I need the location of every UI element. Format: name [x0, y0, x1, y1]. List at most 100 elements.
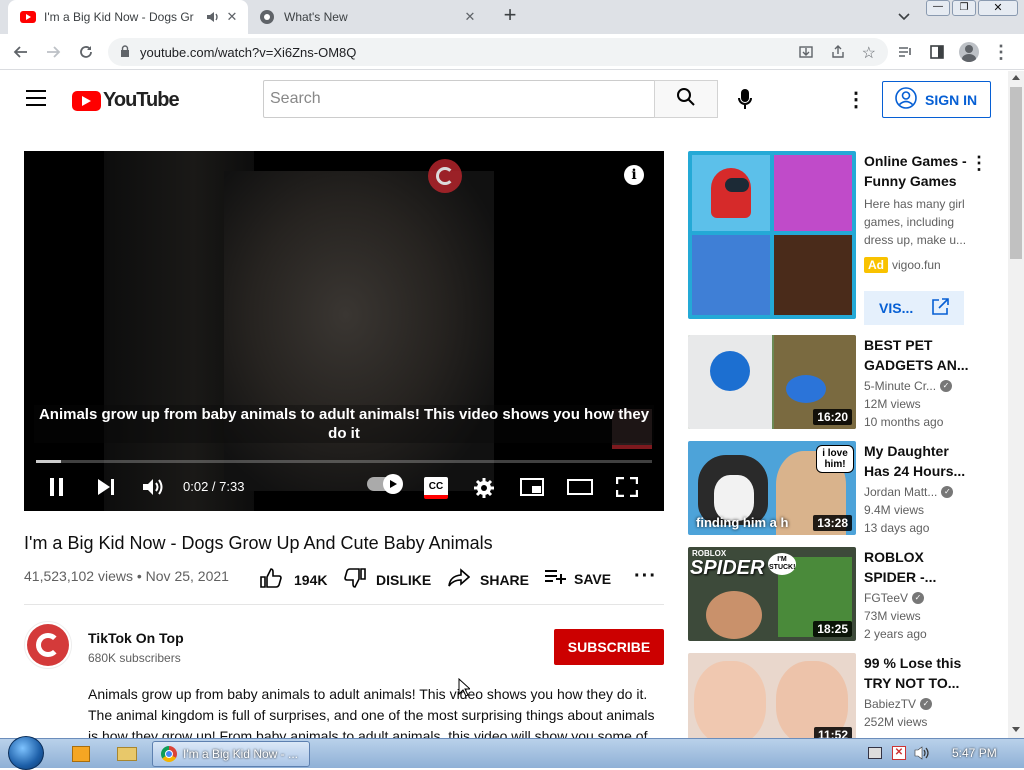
new-tab-button[interactable]: + [498, 4, 522, 28]
visit-site-button[interactable]: VIS... [864, 291, 964, 325]
network-icon[interactable] [868, 747, 882, 759]
microphone-icon[interactable] [737, 88, 753, 115]
fullscreen-icon[interactable] [616, 477, 638, 497]
channel-name[interactable]: TikTok On Top [88, 630, 184, 646]
browser-menu-icon[interactable]: ⋮ [990, 41, 1012, 63]
ad-thumbnail[interactable] [688, 151, 856, 319]
video-channel[interactable]: 5-Minute Cr... [864, 379, 936, 393]
video-title: I'm a Big Kid Now - Dogs Grow Up And Cut… [24, 533, 493, 553]
video-title[interactable]: My Daughter Has 24 Hours... [864, 441, 974, 481]
dislike-button[interactable]: DISLIKE [344, 568, 431, 591]
search-button[interactable] [654, 80, 718, 118]
theater-mode-icon[interactable] [567, 479, 593, 495]
divider [24, 604, 664, 605]
volume-tray-icon[interactable] [914, 746, 930, 765]
save-button[interactable]: SAVE [544, 568, 611, 589]
channel-line: FGTeeV ✓ [864, 591, 925, 605]
video-duration: 13:28 [813, 515, 852, 531]
video-player[interactable]: i Animals grow up from baby animals to a… [24, 151, 664, 511]
channel-avatar[interactable] [24, 621, 72, 669]
youtube-page: YouTube Search ⋮ SIGN IN i Animals grow … [0, 71, 1008, 738]
address-bar[interactable]: youtube.com/watch?v=Xi6Zns-OM8Q ☆ [108, 38, 888, 66]
video-title[interactable]: 99 % Lose this TRY NOT TO... [864, 653, 974, 693]
info-icon[interactable]: i [624, 165, 644, 185]
sign-in-button[interactable]: SIGN IN [882, 81, 991, 118]
ad-domain: vigoo.fun [892, 258, 941, 272]
video-views: 9.4M views [864, 503, 925, 517]
video-thumbnail[interactable]: 11:52 [688, 653, 856, 738]
closed-captions-icon[interactable]: CC [424, 477, 448, 499]
ad-title[interactable]: Online Games - Funny Games [864, 151, 974, 191]
tab-whats-new[interactable]: What's New ✕ [252, 0, 488, 34]
mouse-cursor-icon [458, 677, 472, 701]
video-views: 252M views [864, 715, 928, 729]
video-thumbnail[interactable]: i love him! finding him a h 13:28 [688, 441, 856, 535]
forward-arrow-icon[interactable] [42, 41, 64, 63]
share-button[interactable]: SHARE [448, 568, 529, 591]
settings-dots-icon[interactable]: ⋮ [846, 87, 866, 112]
speaker-icon[interactable] [206, 10, 220, 27]
side-panel-icon[interactable] [926, 41, 948, 63]
tab-active[interactable]: I'm a Big Kid Now - Dogs Gr ✕ [8, 0, 248, 34]
autoplay-toggle[interactable] [367, 474, 403, 494]
minimize-icon[interactable]: — [926, 0, 950, 16]
install-icon[interactable] [798, 44, 814, 63]
hamburger-menu-icon[interactable] [26, 90, 46, 111]
video-card[interactable]: ROBLOX SPIDER I'M STUCK! 18:25 ROBLOX SP… [688, 547, 998, 647]
video-card[interactable]: i love him! finding him a h 13:28 My Dau… [688, 441, 998, 541]
video-card[interactable]: 16:20 BEST PET GADGETS AN... 5-Minute Cr… [688, 335, 998, 435]
back-arrow-icon[interactable] [10, 41, 32, 63]
video-title[interactable]: ROBLOX SPIDER -... [864, 547, 974, 587]
scroll-up-arrow-icon[interactable] [1012, 75, 1020, 80]
profile-avatar-icon[interactable] [958, 41, 980, 63]
action-center-flag-icon[interactable]: ✕ [892, 746, 906, 760]
clock[interactable]: 5:47 PM [952, 746, 997, 760]
volume-icon[interactable] [142, 477, 164, 497]
media-control-icon[interactable] [894, 41, 916, 63]
tab-list-chevron-icon[interactable] [896, 8, 912, 29]
chrome-taskbar-button[interactable]: I'm a Big Kid Now - ... [152, 741, 310, 767]
restore-icon[interactable]: ❐ [952, 0, 976, 16]
more-actions-icon[interactable]: ··· [634, 565, 657, 588]
settings-gear-icon[interactable] [473, 477, 495, 499]
channel-watermark-icon[interactable] [428, 159, 462, 193]
video-title[interactable]: BEST PET GADGETS AN... [864, 335, 974, 375]
media-player-taskbar-icon[interactable] [62, 741, 100, 767]
video-channel[interactable]: Jordan Matt... [864, 485, 937, 499]
share-icon[interactable] [830, 44, 846, 63]
chrome-icon [260, 10, 274, 24]
video-thumbnail[interactable]: ROBLOX SPIDER I'M STUCK! 18:25 [688, 547, 856, 641]
scroll-down-arrow-icon[interactable] [1012, 727, 1020, 732]
video-caption: Animals grow up from baby animals to adu… [34, 405, 654, 443]
search-input[interactable]: Search [263, 80, 655, 118]
subscribe-button[interactable]: SUBSCRIBE [554, 629, 664, 665]
page-scrollbar[interactable] [1008, 71, 1024, 738]
video-views: 12M views [864, 397, 921, 411]
ad-menu-icon[interactable]: ⋮ [970, 153, 988, 174]
masthead: YouTube Search ⋮ SIGN IN [0, 71, 1008, 127]
save-label: SAVE [574, 570, 612, 587]
thumb-bubble: I'M STUCK! [768, 553, 796, 575]
close-tab-icon[interactable]: ✕ [462, 9, 478, 25]
explorer-taskbar-icon[interactable] [108, 741, 146, 767]
video-age: 2 years ago [864, 627, 927, 641]
bookmark-star-icon[interactable]: ☆ [862, 43, 876, 63]
url-text: youtube.com/watch?v=Xi6Zns-OM8Q [140, 44, 357, 60]
ad-meta: Ad vigoo.fun [864, 257, 941, 273]
ad-card[interactable]: Online Games - Funny Games ⋮ Here has ma… [688, 151, 998, 325]
video-channel[interactable]: BabiezTV [864, 697, 916, 711]
video-channel[interactable]: FGTeeV [864, 591, 908, 605]
verified-check-icon: ✓ [941, 486, 954, 498]
close-tab-icon[interactable]: ✕ [224, 9, 240, 25]
start-button-icon[interactable] [8, 736, 44, 770]
scroll-thumb[interactable] [1010, 87, 1022, 259]
progress-bar[interactable] [36, 460, 652, 463]
video-thumbnail[interactable]: 16:20 [688, 335, 856, 429]
like-button[interactable]: 194K [260, 568, 327, 591]
video-card[interactable]: 11:52 99 % Lose this TRY NOT TO... Babie… [688, 653, 998, 738]
reload-icon[interactable] [75, 41, 97, 63]
miniplayer-icon[interactable] [520, 478, 544, 496]
next-video-icon[interactable] [96, 477, 116, 497]
close-window-icon[interactable]: ✕ [978, 0, 1018, 16]
youtube-logo[interactable]: YouTube [72, 89, 180, 112]
